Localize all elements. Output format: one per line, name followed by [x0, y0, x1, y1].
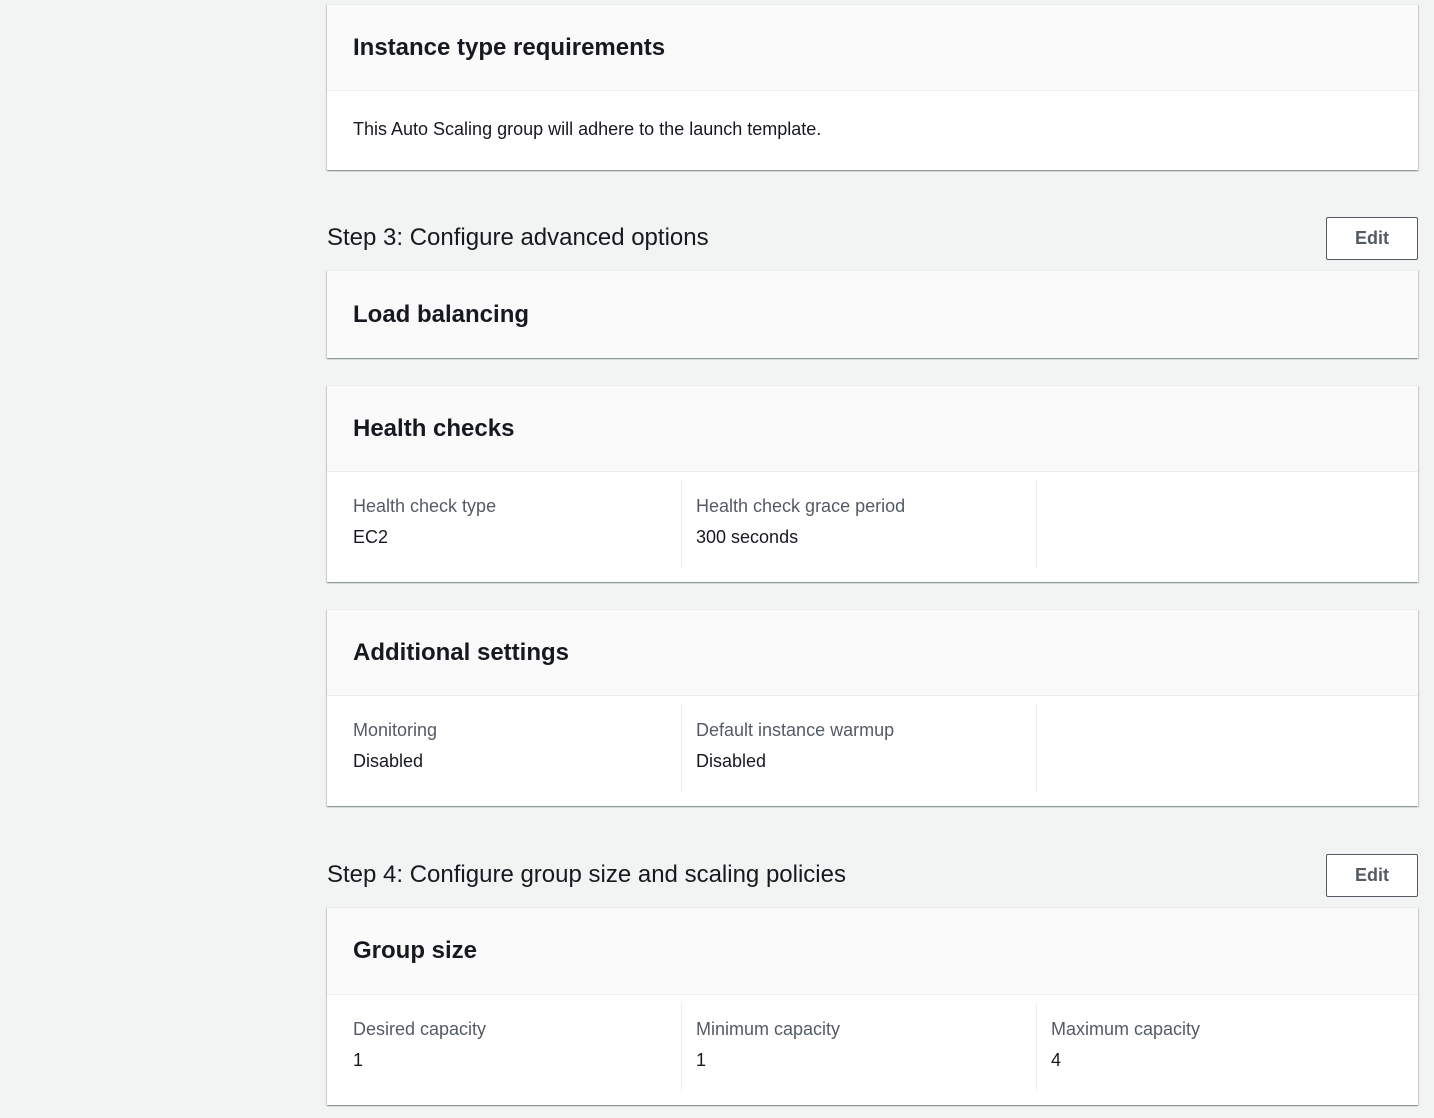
step4-edit-button[interactable]: Edit: [1326, 853, 1418, 897]
health-check-grace-period-field: Health check grace period 300 seconds: [682, 480, 1037, 568]
card-header: Instance type requirements: [327, 5, 1418, 91]
card-title: Group size: [353, 937, 478, 964]
card-title: Health checks: [353, 414, 515, 442]
instance-type-requirements-card: Instance type requirements This Auto Sca…: [327, 4, 1418, 170]
instance-type-description: This Auto Scaling group will adhere to t…: [353, 118, 822, 139]
field-label: Health check grace period: [696, 496, 906, 516]
step3-edit-button[interactable]: Edit: [1326, 216, 1418, 260]
field-label: Desired capacity: [353, 1019, 487, 1039]
step4-header: Step 4: Configure group size and scaling…: [327, 853, 1418, 897]
field-label: Minimum capacity: [696, 1019, 841, 1039]
minimum-capacity-field: Minimum capacity 1: [682, 1003, 1037, 1091]
field-label: Maximum capacity: [1051, 1019, 1201, 1039]
empty-field: [1037, 704, 1418, 792]
field-value: 4: [1051, 1050, 1062, 1070]
key-value-row: Health check type EC2 Health check grace…: [327, 472, 1418, 580]
health-checks-card: Health checks Health check type EC2 Heal…: [327, 385, 1418, 582]
monitoring-field: Monitoring Disabled: [327, 704, 682, 792]
card-header: Additional settings: [327, 610, 1418, 696]
field-label: Monitoring: [353, 720, 438, 740]
card-header: Group size: [327, 908, 1418, 995]
load-balancing-card: Load balancing: [327, 270, 1418, 358]
card-header: Health checks: [327, 386, 1418, 472]
field-value: Disabled: [353, 751, 424, 771]
additional-settings-card: Additional settings Monitoring Disabled …: [327, 609, 1418, 806]
key-value-row: Desired capacity 1 Minimum capacity 1 Ma…: [327, 995, 1418, 1103]
field-label: Default instance warmup: [696, 720, 895, 740]
desired-capacity-field: Desired capacity 1: [327, 1003, 682, 1091]
field-value: 300 seconds: [696, 527, 799, 547]
key-value-row: Monitoring Disabled Default instance war…: [327, 696, 1418, 804]
maximum-capacity-field: Maximum capacity 4: [1037, 1003, 1418, 1091]
health-check-type-field: Health check type EC2: [327, 480, 682, 568]
empty-field: [1037, 480, 1418, 568]
default-instance-warmup-field: Default instance warmup Disabled: [682, 704, 1037, 792]
field-value: 1: [696, 1050, 707, 1070]
step4-title: Step 4: Configure group size and scaling…: [327, 861, 846, 888]
card-header: Load balancing: [327, 271, 1418, 358]
field-label: Health check type: [353, 496, 497, 516]
field-value: 1: [353, 1050, 364, 1070]
field-value: Disabled: [696, 751, 767, 771]
card-title: Additional settings: [353, 638, 569, 666]
step3-title: Step 3: Configure advanced options: [327, 224, 709, 251]
card-title: Instance type requirements: [353, 33, 666, 61]
step3-header: Step 3: Configure advanced options Edit: [327, 216, 1418, 260]
card-title: Load balancing: [353, 300, 530, 328]
group-size-card: Group size Desired capacity 1 Minimum ca…: [327, 907, 1418, 1105]
field-value: EC2: [353, 527, 389, 547]
